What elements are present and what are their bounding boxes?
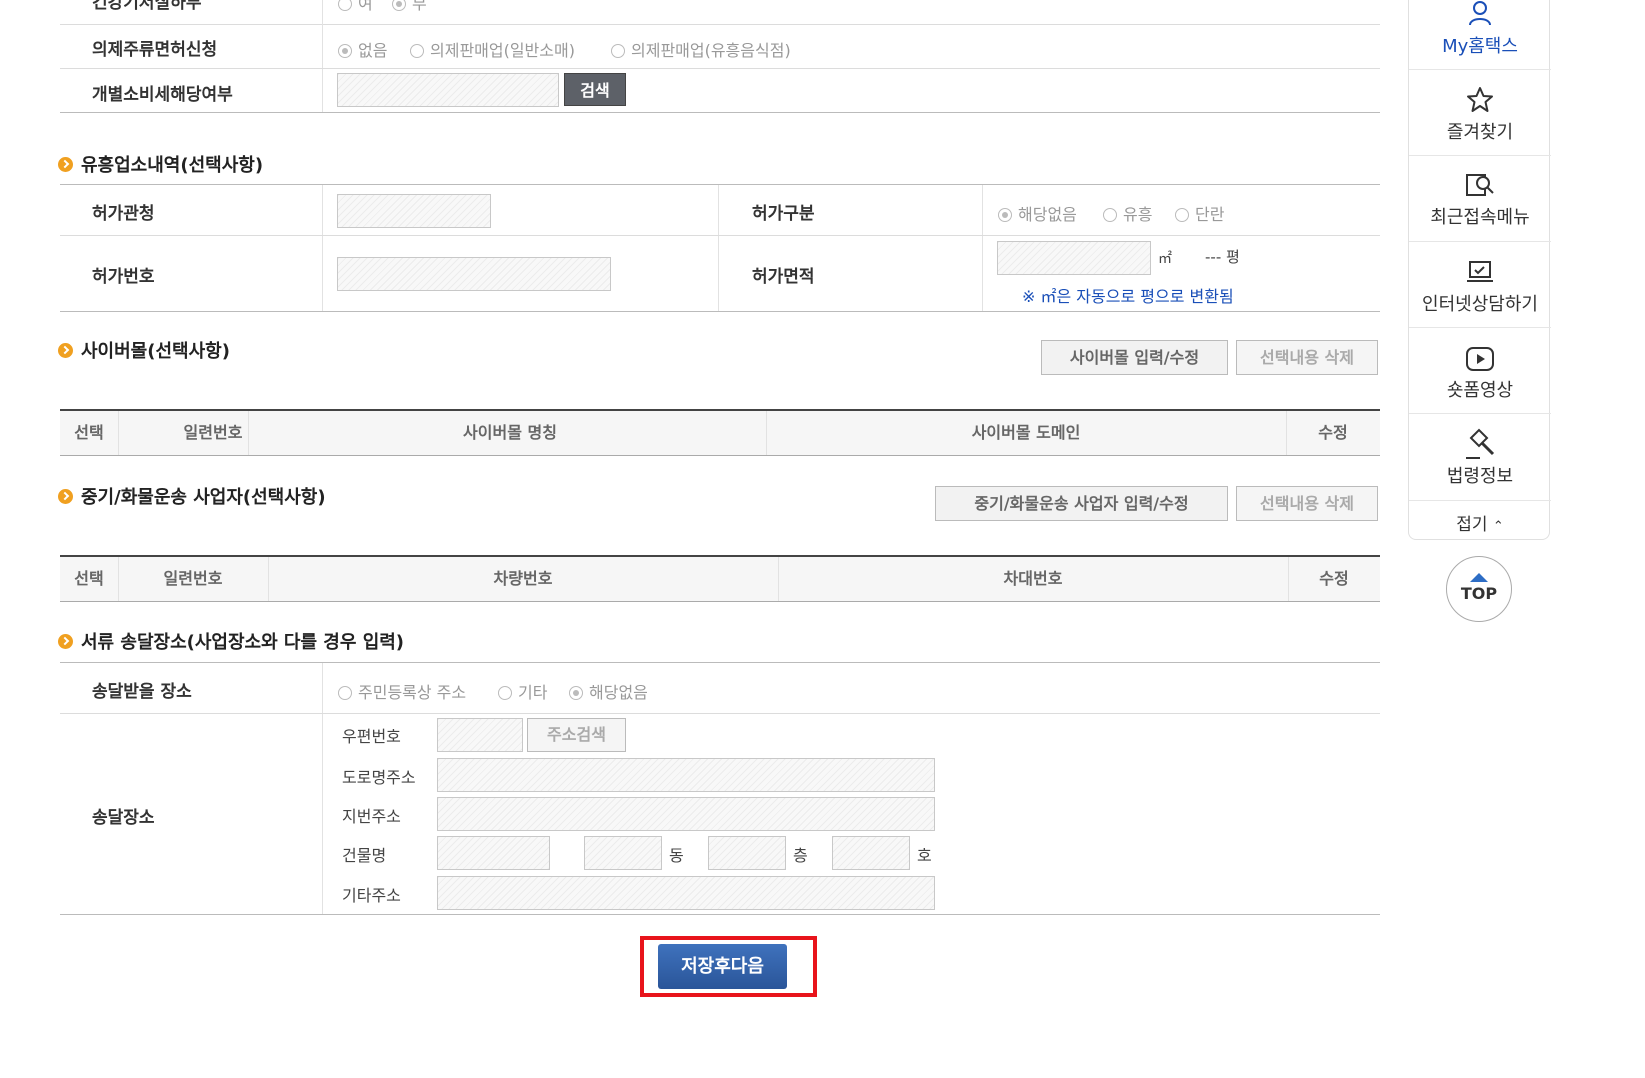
- col-vehicle-number: 차량번호: [493, 569, 553, 588]
- road-address-label: 도로명주소: [342, 768, 416, 787]
- lot-address-label: 지번주소: [342, 807, 401, 826]
- entertainment-section-title: 유흥업소내역(선택사항): [58, 151, 263, 177]
- col-mall-name: 사이버몰 명칭: [463, 423, 557, 442]
- cybermall-table-header: 선택 일련번호 사이버몰 명칭 사이버몰 도메인 수정: [60, 411, 1380, 455]
- person-icon: [1469, 1, 1491, 26]
- excise-label: 개별소비세해당여부: [92, 85, 233, 105]
- dong-input[interactable]: [584, 836, 662, 870]
- dong-label: 동: [669, 846, 684, 865]
- col-select: 선택: [74, 569, 104, 588]
- top-button[interactable]: TOP: [1446, 556, 1512, 622]
- postal-label: 우편번호: [342, 727, 401, 746]
- bullet-icon: [58, 489, 73, 504]
- col-edit: 수정: [1318, 423, 1348, 442]
- liquor-option-retail[interactable]: 의제판매업(일반소매): [410, 37, 575, 61]
- floor-label: 층: [793, 846, 808, 865]
- partial-radio-yes[interactable]: 여: [338, 0, 373, 14]
- cybermall-delete-button[interactable]: 선택내용 삭제: [1236, 340, 1378, 375]
- ho-input[interactable]: [832, 836, 910, 870]
- permit-authority-input[interactable]: [337, 194, 491, 228]
- liquor-option-none[interactable]: 없음: [338, 37, 387, 61]
- short-video-link[interactable]: 숏폼영상: [1409, 346, 1551, 402]
- chevron-up-icon: ⌃: [1492, 519, 1504, 534]
- building-label: 건물명: [342, 846, 387, 865]
- permit-type-entertainment[interactable]: 유흥: [1103, 201, 1152, 225]
- bullet-icon: [58, 343, 73, 358]
- bullet-icon: [58, 634, 73, 649]
- permit-number-label: 허가번호: [92, 267, 155, 287]
- delivery-address-label: 송달장소: [92, 808, 155, 828]
- building-name-input[interactable]: [437, 836, 550, 870]
- laptop-check-icon: [1467, 261, 1493, 282]
- partial-radio-no[interactable]: 부: [392, 0, 427, 14]
- collapse-button[interactable]: 접기 ⌃: [1409, 510, 1551, 535]
- col-edit: 수정: [1319, 569, 1349, 588]
- address-search-button[interactable]: 주소검색: [527, 718, 626, 752]
- col-select: 선택: [74, 423, 104, 442]
- permit-type-label: 허가구분: [752, 204, 815, 224]
- lot-address-input[interactable]: [437, 797, 935, 831]
- cybermall-input-button[interactable]: 사이버몰 입력/수정: [1041, 340, 1228, 375]
- floor-input[interactable]: [708, 836, 786, 870]
- area-unit: ㎡: [1158, 251, 1172, 267]
- other-address-label: 기타주소: [342, 886, 401, 905]
- excise-input[interactable]: [337, 73, 559, 107]
- road-address-input[interactable]: [437, 758, 935, 792]
- delivery-option-resident[interactable]: 주민등록상 주소: [338, 679, 466, 703]
- col-serial: 일련번호: [163, 569, 223, 588]
- my-hometax-link[interactable]: My홈택스: [1409, 0, 1551, 68]
- permit-type-none[interactable]: 해당없음: [998, 201, 1077, 225]
- cybermall-section-title: 사이버몰(선택사항): [58, 337, 230, 363]
- delivery-place-label: 송달받을 장소: [92, 682, 192, 702]
- area-note: ※ ㎡은 자동으로 평으로 변환됨: [1022, 287, 1234, 306]
- delivery-option-other[interactable]: 기타: [498, 679, 547, 703]
- gavel-icon: [1466, 428, 1495, 459]
- permit-authority-label: 허가관청: [92, 204, 155, 224]
- area-pyeong: --- 평: [1205, 248, 1240, 266]
- save-next-button[interactable]: 저장후다음: [658, 944, 787, 989]
- ho-label: 호: [917, 846, 932, 865]
- legal-info-link[interactable]: 법령정보: [1409, 428, 1551, 488]
- permit-area-input[interactable]: [997, 241, 1151, 275]
- liquor-license-label: 의제주류면허신청: [92, 40, 218, 60]
- favorites-link[interactable]: 즐겨찾기: [1409, 86, 1551, 144]
- col-chassis-number: 차대번호: [1003, 569, 1063, 588]
- freight-input-button[interactable]: 중기/화물운송 사업자 입력/수정: [935, 486, 1228, 521]
- freight-table-header: 선택 일련번호 차량번호 차대번호 수정: [60, 557, 1380, 601]
- bullet-icon: [58, 157, 73, 172]
- star-icon: [1467, 87, 1493, 112]
- excise-search-button[interactable]: 검색: [564, 73, 626, 106]
- col-mall-domain: 사이버몰 도메인: [971, 423, 1081, 442]
- arrow-up-icon: [1470, 573, 1488, 582]
- freight-section-title: 중기/화물운송 사업자(선택사항): [58, 483, 326, 509]
- recent-search-icon: [1466, 174, 1494, 196]
- partial-row-label: 건강기저질하부: [92, 0, 202, 13]
- delivery-option-none[interactable]: 해당없음: [569, 679, 648, 703]
- permit-number-input[interactable]: [337, 257, 611, 291]
- play-icon: [1466, 347, 1494, 371]
- quick-menu-sidebar: My홈택스 즐겨찾기 최근접속메뉴 인터넷상담하기 숏폼영상 법령정보 접기 ⌃: [1408, 0, 1551, 540]
- freight-delete-button[interactable]: 선택내용 삭제: [1236, 486, 1378, 521]
- liquor-option-entertainment[interactable]: 의제판매업(유흥음식점): [611, 37, 791, 61]
- online-consult-link[interactable]: 인터넷상담하기: [1409, 258, 1551, 316]
- other-address-input[interactable]: [437, 876, 935, 910]
- recent-menu-link[interactable]: 최근접속메뉴: [1409, 171, 1551, 229]
- permit-type-bar[interactable]: 단란: [1175, 201, 1224, 225]
- permit-area-label: 허가면적: [752, 267, 815, 287]
- postal-input[interactable]: [437, 718, 523, 752]
- delivery-section-title: 서류 송달장소(사업장소와 다를 경우 입력): [58, 628, 404, 654]
